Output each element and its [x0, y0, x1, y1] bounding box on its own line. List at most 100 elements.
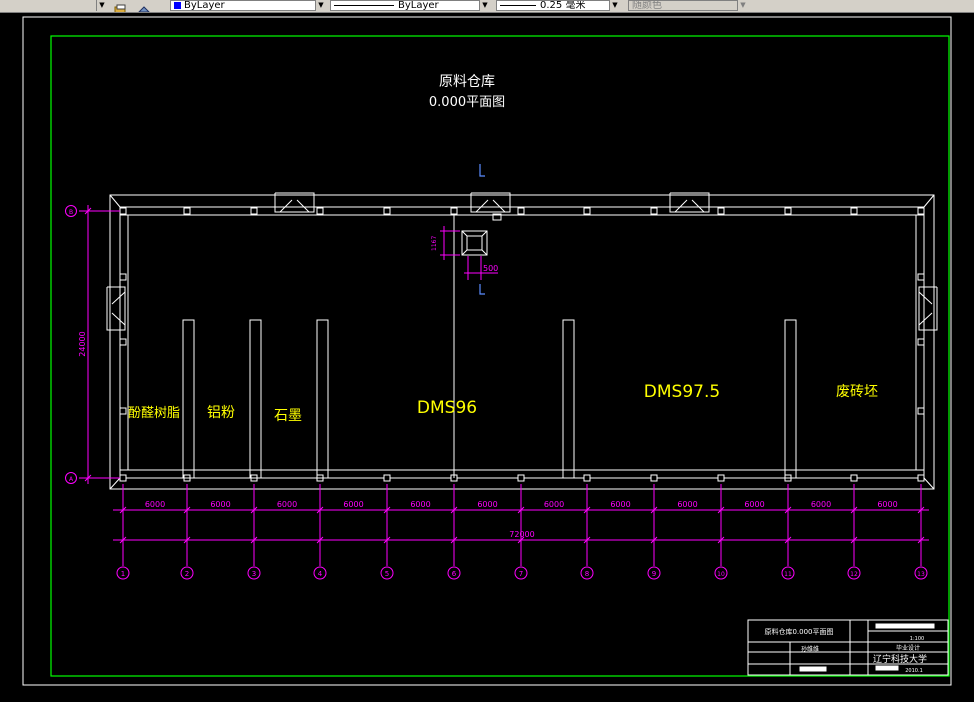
room-label-aluminum-powder: 铝粉: [207, 405, 235, 421]
side-column-left-2: [119, 338, 127, 346]
column-1-a: [119, 474, 127, 482]
structural-columns: [119, 207, 925, 482]
plot-style-dropdown-arrow[interactable]: ▼: [737, 0, 748, 11]
outer-sheet-border: [22, 16, 952, 686]
axis-number-1: 1: [121, 570, 125, 578]
axis-number-9: 9: [652, 570, 656, 578]
plot-style-control[interactable]: 随颜色: [628, 0, 748, 11]
column-1-b: [119, 207, 127, 215]
linetype-control[interactable]: ByLayer: [330, 0, 490, 11]
room-label-dms97-5: DMS97.5: [644, 382, 720, 402]
column-4-b: [316, 207, 324, 215]
column-10-b: [717, 207, 725, 215]
column-5-b: [383, 207, 391, 215]
side-column-right-1: [917, 273, 925, 281]
axis-number-10: 10: [717, 571, 725, 578]
overall-height-dimension: 24000: [78, 331, 87, 356]
row-bubble-a: A: [69, 476, 74, 483]
room-label-phenolic-resin: 酚醛树脂: [128, 405, 180, 421]
title-block-scale: 1:100: [910, 636, 924, 642]
plot-style-control-value: 随颜色: [632, 0, 662, 11]
pit-detail: [461, 213, 502, 256]
pit-offset-dimension: 1167: [431, 236, 438, 251]
drawing-canvas[interactable]: 原料仓库 0.000平面图 500 1167 6000 6000 6000 60…: [0, 12, 974, 698]
axis-number-13: 13: [917, 571, 925, 578]
bay-dimension-6: 6000: [477, 500, 497, 509]
axis-number-12: 12: [850, 571, 858, 578]
drawing-frame: [50, 35, 950, 677]
column-11-b: [784, 207, 792, 215]
room-label-waste-brick: 废砖坯: [836, 384, 878, 400]
column-9-a: [650, 474, 658, 482]
bay-dimension-4: 6000: [343, 500, 363, 509]
column-5-a: [383, 474, 391, 482]
room-label-dms96: DMS96: [417, 398, 477, 418]
linetype-dropdown-arrow[interactable]: ▼: [479, 0, 490, 11]
title-block-stage: 毕业设计: [896, 644, 920, 652]
row-bubble-b: B: [69, 209, 73, 216]
room-label-graphite: 石墨: [274, 408, 302, 424]
color-control-value: ByLayer: [184, 0, 225, 11]
lineweight-control-value: 0.25 毫米: [540, 0, 586, 11]
bay-dimension-3: 6000: [277, 500, 297, 509]
bay-dimension-9: 6000: [677, 500, 697, 509]
axis-number-6: 6: [452, 570, 457, 578]
layer-states-icon[interactable]: [114, 0, 128, 12]
column-13-a: [917, 474, 925, 482]
color-control[interactable]: ByLayer: [170, 0, 326, 11]
overall-length-dimension: 72000: [509, 530, 534, 539]
column-8-b: [583, 207, 591, 215]
interior-partitions: [182, 215, 797, 479]
column-7-a: [517, 474, 525, 482]
dimension-lines: [113, 484, 929, 566]
title-block-designer: 孙维维: [801, 645, 819, 653]
axis-number-4: 4: [318, 570, 323, 578]
column-2-b: [183, 207, 191, 215]
side-column-left-3: [119, 407, 127, 415]
axis-number-7: 7: [519, 570, 523, 578]
drawing-title: 原料仓库: [439, 74, 495, 90]
drawing-subtitle: 0.000平面图: [429, 95, 505, 110]
layer-previous-icon[interactable]: [137, 0, 151, 12]
axis-number-2: 2: [185, 570, 189, 578]
column-13-b: [917, 207, 925, 215]
column-7-b: [517, 207, 525, 215]
column-9-b: [650, 207, 658, 215]
bay-dimension-7: 6000: [544, 500, 564, 509]
column-3-b: [250, 207, 258, 215]
axis-number-5: 5: [385, 570, 389, 578]
linetype-control-value: ByLayer: [398, 0, 439, 11]
layer-dropdown-arrow[interactable]: ▼: [96, 0, 107, 11]
color-swatch: [174, 1, 181, 9]
column-12-a: [850, 474, 858, 482]
column-10-a: [717, 474, 725, 482]
bay-dimension-10: 6000: [744, 500, 764, 509]
title-block-university: 辽宁科技大学: [873, 653, 927, 665]
column-8-a: [583, 474, 591, 482]
side-column-right-2: [917, 338, 925, 346]
linetype-preview: [334, 4, 394, 6]
vertical-dimension: [65, 205, 120, 484]
floor-plan-drawing[interactable]: 原料仓库 0.000平面图 500 1167 6000 6000 6000 60…: [0, 12, 974, 698]
column-6-b: [450, 207, 458, 215]
lineweight-control[interactable]: 0.25 毫米: [496, 0, 620, 11]
lineweight-dropdown-arrow[interactable]: ▼: [609, 0, 620, 11]
axis-number-11: 11: [784, 571, 792, 578]
bay-dimension-8: 6000: [610, 500, 630, 509]
pit-width-dimension: 500: [483, 264, 498, 273]
title-block-drawing-name: 原料仓库0.000平面图: [764, 627, 833, 636]
bay-dimension-12: 6000: [877, 500, 897, 509]
lineweight-preview: [500, 4, 536, 6]
bay-dimension-2: 6000: [210, 500, 230, 509]
axis-grid-bubbles: 1 2 3 4 5 6 7 8 9 10 11 12 13: [116, 566, 928, 580]
axis-number-3: 3: [252, 570, 256, 578]
building-walls: [109, 194, 935, 490]
axis-number-8: 8: [585, 570, 589, 578]
side-column-left-1: [119, 273, 127, 281]
side-column-right-3: [917, 407, 925, 415]
bay-dimension-5: 6000: [410, 500, 430, 509]
bay-dimension-1: 6000: [145, 500, 165, 509]
title-block-date: 2010.1: [905, 668, 923, 674]
bay-dimension-11: 6000: [811, 500, 831, 509]
color-dropdown-arrow[interactable]: ▼: [315, 0, 326, 11]
